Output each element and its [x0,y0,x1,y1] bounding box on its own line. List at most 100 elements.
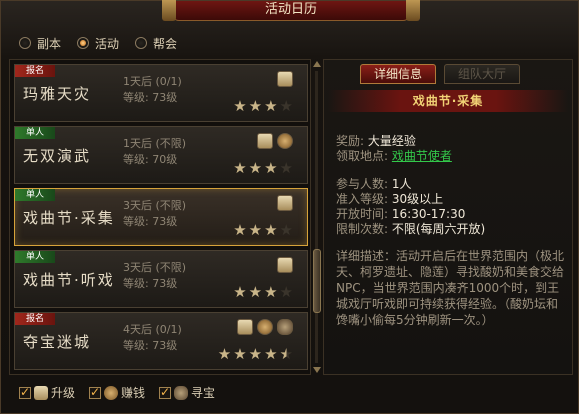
activity-type-badge: 单人 [15,189,55,201]
activity-type-badge: 报名 [15,65,55,77]
star-icon: ★ [248,97,263,115]
tab-dungeon[interactable]: 副本 [19,35,61,52]
activity-level: 等级: 73级 [123,339,178,352]
category-tabs: 副本 活动 帮会 [19,34,177,52]
tab-detail-info[interactable]: 详细信息 [360,64,436,84]
activity-type-badge: 单人 [15,127,55,139]
activity-type-badge: 报名 [15,313,55,325]
activity-reward-icons [257,133,293,149]
activity-time: 3天后 (不限) [123,261,187,274]
difficulty-stars: ★ ★ ★ ★ ★ [218,347,293,362]
tab-dungeon-label: 副本 [37,36,62,51]
star-icon: ★ [217,345,232,363]
treasure-icon [277,319,293,335]
title-ornament-left [162,0,176,21]
star-icon: ★ [264,345,278,363]
filter-treasure[interactable]: 寻宝 [159,384,215,401]
players-value: 1人 [391,177,412,191]
activity-reward-icons [277,195,293,211]
tab-activity-label: 活动 [95,36,120,51]
limit-value: 不限(每周六开放) [391,222,486,236]
filter-money-checkbox[interactable] [89,385,102,399]
activity-level: 等级: 73级 [123,215,178,228]
filter-bar: 升级 赚钱 寻宝 [19,384,215,401]
star-icon: ★ [233,159,247,177]
scroll-icon [277,257,293,273]
filter-money-label: 赚钱 [121,386,146,400]
reward-row: 奖励: 大量经验 [336,134,562,149]
star-icon: ★ [264,221,278,239]
filter-levelup[interactable]: 升级 [19,384,75,401]
scroll-icon [277,71,293,87]
scroll-track[interactable] [315,71,318,363]
difficulty-stars: ★ ★ ★ ★ [233,285,293,300]
level-value: 30级以上 [391,192,444,206]
detail-title: 戏曲节·采集 [328,90,568,112]
activity-calendar-window: 活动日历 副本 活动 帮会 报名 玛雅天灾 1天后 (0/1) 等级: 73级 ★ ★ ★ ★… [0,0,579,414]
money-icon [104,385,119,400]
activity-level: 等级: 73级 [123,277,178,290]
level-row: 准入等级: 30级以上 [336,192,562,207]
activity-time: 1天后 (不限) [123,137,187,150]
activity-level: 等级: 73级 [123,91,178,104]
activity-name: 夺宝迷城 [23,333,92,351]
activity-list-item[interactable]: 单人 无双演武 1天后 (不限) 等级: 70级 ★ ★ ★ ★ [14,126,308,184]
star-icon: ★ [248,221,263,239]
activity-list-item[interactable]: 单人戏曲节·听戏 3天后 (不限) 等级: 73级 ★ ★ ★ ★ [14,250,308,308]
activity-list-scrollbar[interactable] [312,59,322,375]
limit-row: 限制次数: 不限(每周六开放) [336,222,562,237]
money-icon [277,133,293,149]
star-icon: ★ [248,283,263,301]
activity-level: 等级: 70级 [123,153,178,166]
tab-guild-label: 帮会 [153,36,178,51]
tab-guild[interactable]: 帮会 [135,35,177,52]
activity-list-item[interactable]: 报名 夺宝迷城 4天后 (0/1) 等级: 73级 ★ ★ ★ ★ ★ [14,312,308,370]
money-icon [257,319,273,335]
location-npc-link[interactable]: 戏曲节使者 [392,149,452,163]
star-icon: ★ [233,97,247,115]
activity-time: 1天后 (0/1) [123,75,182,88]
star-icon: ★ [264,97,278,115]
activity-list-item[interactable]: 单人戏曲节·采集 3天后 (不限) 等级: 73级 ★ ★ ★ ★ [14,188,308,246]
tab-team-hall[interactable]: 组队大厅 [444,64,520,84]
activity-name: 玛雅天灾 [23,85,92,103]
activity-reward-icons [277,71,293,87]
tab-activity[interactable]: 活动 [77,35,119,52]
players-row: 参与人数: 1人 [336,177,562,192]
activity-list-item[interactable]: 报名 玛雅天灾 1天后 (0/1) 等级: 73级 ★ ★ ★ ★ [14,64,308,122]
star-icon: ★ [264,283,278,301]
scroll-icon [237,319,253,335]
star-icon: ★ [279,283,293,301]
activity-name: 戏曲节·听戏 [23,271,115,289]
location-row: 领取地点: 戏曲节使者 [336,149,562,164]
star-icon: ★ [233,345,247,363]
difficulty-stars: ★ ★ ★ ★ [233,99,293,114]
radio-dungeon[interactable] [19,37,31,49]
scroll-up-arrow-icon[interactable] [313,61,321,67]
activity-name: 戏曲节·采集 [23,209,115,227]
activity-time: 3天后 (不限) [123,199,187,212]
filter-levelup-checkbox[interactable] [19,385,31,399]
open-time-row: 开放时间: 16:30-17:30 [336,207,562,222]
scroll-thumb[interactable] [313,249,321,313]
detail-tabs: 详细信息 组队大厅 [360,64,520,84]
filter-money[interactable]: 赚钱 [89,384,145,401]
scroll-icon [257,133,273,149]
filter-treasure-checkbox[interactable] [159,385,172,399]
radio-activity[interactable] [77,37,90,49]
reward-label: 奖励: [336,134,365,148]
activity-reward-icons [237,319,293,335]
activity-name: 无双演武 [23,147,92,165]
filter-treasure-label: 寻宝 [191,386,216,400]
scroll-down-arrow-icon[interactable] [313,367,321,373]
difficulty-stars: ★ ★ ★ ★ [233,223,293,238]
activity-type-badge: 单人 [15,251,55,263]
star-icon: ★ [279,97,293,115]
detail-description: 详细描述：活动开启后在世界范围内（极北天、柯罗遗址、隐莲）寻找酸奶和美食交给NP… [336,249,565,327]
activity-detail-panel: 详细信息 组队大厅 戏曲节·采集 奖励: 大量经验 领取地点: 戏曲节使者 参与… [323,59,573,375]
radio-guild[interactable] [135,37,148,49]
star-icon: ★ [279,221,293,239]
open-time-value: 16:30-17:30 [391,207,466,221]
reward-value: 大量经验 [367,134,416,148]
filter-levelup-label: 升级 [51,386,76,400]
